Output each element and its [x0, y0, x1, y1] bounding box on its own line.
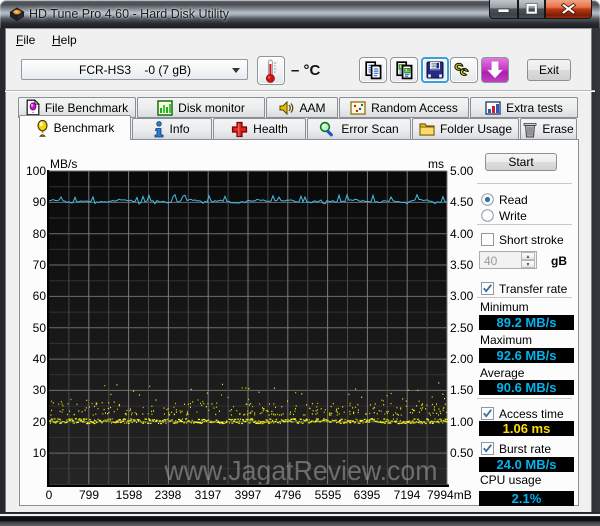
svg-text:www.JagatReview.com: www.JagatReview.com — [164, 455, 438, 486]
